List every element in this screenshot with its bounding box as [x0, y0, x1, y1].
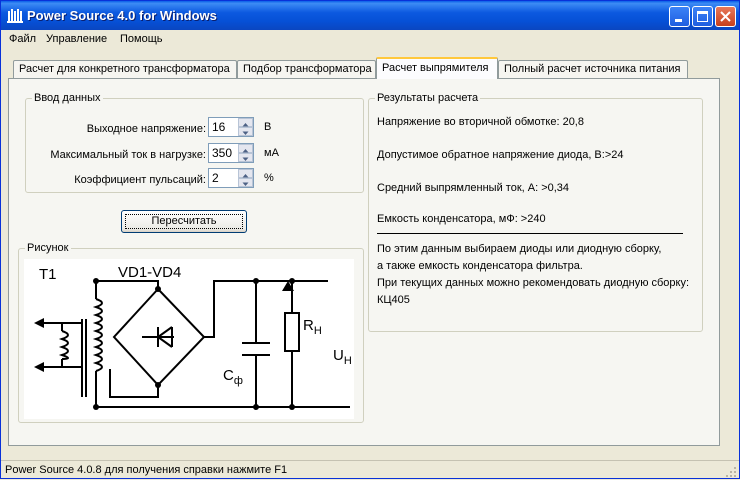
- minimize-button[interactable]: [669, 6, 690, 27]
- input-group: Ввод данных Выходное напряжение: 16 В Ма…: [25, 92, 364, 193]
- current-spinner[interactable]: 350: [208, 143, 254, 163]
- voltage-unit: В: [264, 121, 272, 133]
- result-reverse-voltage: Допустимое обратное напряжение диода, В:…: [377, 149, 624, 161]
- minimize-icon: [675, 19, 682, 22]
- close-button[interactable]: [715, 6, 736, 27]
- label-r-main: R: [303, 317, 314, 334]
- ripple-value: 2: [212, 171, 219, 185]
- tab-label: Подбор трансформатора: [243, 63, 372, 75]
- ripple-down-button[interactable]: [238, 178, 253, 187]
- voltage-up-button[interactable]: [238, 118, 253, 127]
- tab-label: Полный расчет источника питания: [504, 63, 681, 75]
- recalculate-button[interactable]: Пересчитать: [121, 210, 247, 233]
- label-u-sub: Н: [343, 355, 352, 367]
- menu-bar: Файл Управление Помощь: [1, 30, 739, 49]
- label-u: UН: [333, 347, 352, 367]
- title-bar[interactable]: Power Source 4.0 for Windows: [1, 1, 739, 30]
- tab-transformer-selection[interactable]: Подбор трансформатора: [237, 60, 376, 78]
- ripple-unit: %: [264, 172, 274, 184]
- focus-rect: [125, 214, 243, 229]
- label-r: RН: [303, 317, 322, 337]
- label-vd: VD1-VD4: [118, 264, 182, 281]
- current-label: Максимальный ток в нагрузке:: [50, 149, 206, 161]
- label-u-main: U: [333, 347, 344, 364]
- result-recommendation: КЦ405: [377, 294, 410, 306]
- result-note-2: а также емкость конденсатора фильтра.: [377, 260, 583, 272]
- drawing-group-title: Рисунок: [25, 242, 71, 254]
- wire-top: [96, 280, 159, 289]
- tab-rectifier[interactable]: Расчет выпрямителя: [376, 57, 498, 79]
- status-bar: Power Source 4.0.8 для получения справки…: [1, 460, 739, 480]
- input-group-title: Ввод данных: [32, 92, 103, 104]
- label-c: Сф: [223, 367, 243, 387]
- maximize-button[interactable]: [692, 6, 713, 27]
- result-note-1: По этим данным выбираем диоды или диодну…: [377, 243, 662, 255]
- close-icon: [720, 11, 731, 22]
- arrow-down-icon: [242, 157, 249, 161]
- ripple-label: Коэффициент пульсаций:: [74, 174, 206, 186]
- label-t1: T1: [39, 266, 57, 283]
- current-unit: мА: [264, 147, 279, 159]
- app-window: Power Source 4.0 for Windows Файл Управл…: [0, 0, 740, 479]
- tab-specific-transformer[interactable]: Расчет для конкретного трансформатора: [13, 60, 237, 78]
- result-capacitance: Емкость конденсатора, мФ: >240: [377, 213, 546, 225]
- schematic-drawing: [34, 278, 350, 410]
- menu-control[interactable]: Управление: [46, 33, 107, 45]
- arrow-left-top: [34, 318, 44, 328]
- secondary-winding: [92, 298, 103, 372]
- results-group-title: Результаты расчета: [375, 92, 481, 104]
- current-up-button[interactable]: [238, 144, 253, 153]
- results-group: Результаты расчета Напряжение во вторичн…: [368, 92, 703, 332]
- tab-label: Расчет выпрямителя: [382, 62, 489, 74]
- tab-full-calculation[interactable]: Полный расчет источника питания: [498, 60, 688, 78]
- voltage-value: 16: [212, 120, 226, 134]
- result-secondary-voltage: Напряжение во вторичной обмотке: 20,8: [377, 116, 584, 128]
- menu-file[interactable]: Файл: [9, 33, 36, 45]
- maximize-icon: [697, 11, 708, 22]
- ripple-up-button[interactable]: [238, 169, 253, 178]
- result-note-3: При текущих данных можно рекомендовать д…: [377, 277, 690, 289]
- arrow-down-icon: [242, 131, 249, 135]
- tab-label: Расчет для конкретного трансформатора: [19, 63, 230, 75]
- current-value: 350: [212, 146, 233, 160]
- voltage-spinner[interactable]: 16: [208, 117, 254, 137]
- current-down-button[interactable]: [238, 153, 253, 162]
- resistor: [284, 312, 300, 352]
- primary-winding: [58, 330, 69, 360]
- status-text: Power Source 4.0.8 для получения справки…: [5, 464, 288, 476]
- voltage-label: Выходное напряжение:: [86, 123, 206, 135]
- arrow-down-icon: [242, 182, 249, 186]
- label-c-main: С: [223, 367, 234, 384]
- arrow-left-bottom: [34, 362, 44, 372]
- voltage-down-button[interactable]: [238, 127, 253, 136]
- results-separator: [377, 233, 683, 234]
- window-title: Power Source 4.0 for Windows: [27, 8, 217, 23]
- label-c-sub: ф: [233, 375, 243, 387]
- tab-strip: Расчет для конкретного трансформатора По…: [1, 57, 739, 79]
- ripple-spinner[interactable]: 2: [208, 168, 254, 188]
- resize-grip-icon[interactable]: [725, 466, 737, 478]
- rectifier-schematic: [24, 259, 354, 419]
- app-icon: [7, 9, 23, 23]
- label-r-sub: Н: [313, 325, 322, 337]
- result-avg-current: Средний выпрямленный ток, А: >0,34: [377, 182, 570, 194]
- menu-help[interactable]: Помощь: [120, 33, 163, 45]
